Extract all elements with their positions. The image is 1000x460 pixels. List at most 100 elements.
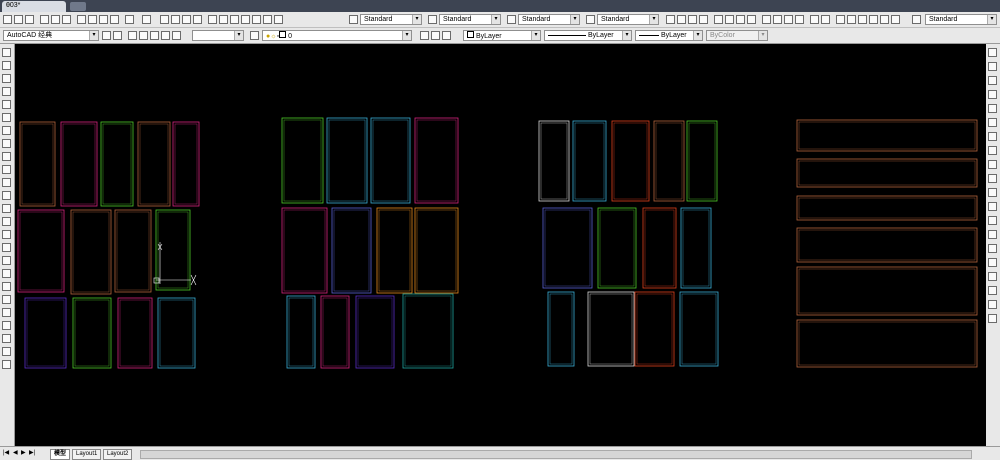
ellipse-arc-icon[interactable]	[2, 178, 11, 187]
trim-icon[interactable]	[988, 174, 997, 183]
dim-edit-icon[interactable]	[869, 15, 878, 24]
break-icon[interactable]	[988, 216, 997, 225]
tab-layout2[interactable]: Layout2	[103, 449, 133, 460]
point-icon[interactable]	[2, 217, 11, 226]
break-at-point-icon[interactable]	[988, 202, 997, 211]
markup-icon[interactable]	[252, 15, 261, 24]
workspace-settings-icon[interactable]	[102, 31, 111, 40]
dim-style-icon[interactable]	[428, 15, 437, 24]
layer-properties-icon[interactable]	[250, 31, 259, 40]
dim-style-select[interactable]: Standard ▾	[439, 14, 501, 25]
group-icon[interactable]	[2, 360, 11, 369]
hatch-icon[interactable]	[2, 230, 11, 239]
tab-layout1[interactable]: Layout1	[72, 449, 102, 460]
extend-icon[interactable]	[988, 188, 997, 197]
dim-space-icon[interactable]	[795, 15, 804, 24]
style-icon[interactable]	[912, 15, 921, 24]
properties-icon[interactable]	[208, 15, 217, 24]
arc-icon[interactable]	[2, 113, 11, 122]
image-icon[interactable]	[2, 347, 11, 356]
dim-radius-icon[interactable]	[714, 15, 723, 24]
new-file-icon[interactable]	[3, 15, 12, 24]
save-icon[interactable]	[25, 15, 34, 24]
scroll-down-icon[interactable]	[988, 300, 997, 309]
region-icon[interactable]	[2, 256, 11, 265]
dim-update-icon[interactable]	[891, 15, 900, 24]
print-preview-icon[interactable]	[51, 15, 60, 24]
sheet-set-icon[interactable]	[241, 15, 250, 24]
table-icon[interactable]	[2, 269, 11, 278]
quickcalc-icon[interactable]	[263, 15, 272, 24]
vertical-scrollbar-icon[interactable]	[988, 314, 997, 323]
document-tab[interactable]: 003* ×	[2, 1, 66, 12]
tool-palettes-icon[interactable]	[230, 15, 239, 24]
redo-icon[interactable]	[142, 15, 151, 24]
convert-viewport-icon[interactable]	[161, 31, 170, 40]
explode-icon[interactable]	[988, 272, 997, 281]
right-style-select[interactable]: Standard ▾	[925, 14, 997, 25]
construction-line-icon[interactable]	[2, 61, 11, 70]
undo-icon[interactable]	[125, 15, 134, 24]
linetype-select[interactable]: ByLayer ▾	[544, 30, 632, 41]
close-tab-icon[interactable]: ×	[6, 2, 63, 9]
open-file-icon[interactable]	[14, 15, 23, 24]
dim-jogged-icon[interactable]	[725, 15, 734, 24]
save-workspace-icon[interactable]	[113, 31, 122, 40]
tab-next-icon[interactable]: ▶	[21, 449, 26, 456]
publish-icon[interactable]	[62, 15, 71, 24]
array-icon[interactable]	[988, 104, 997, 113]
single-viewport-icon[interactable]	[139, 31, 148, 40]
gradient-icon[interactable]	[2, 243, 11, 252]
help-icon[interactable]	[274, 15, 283, 24]
horizontal-scrollbar[interactable]	[140, 450, 972, 459]
viewport-scale-select[interactable]: ▾	[192, 30, 244, 41]
new-tab-button[interactable]	[70, 2, 86, 11]
chamfer-icon[interactable]	[988, 244, 997, 253]
dim-continue-icon[interactable]	[784, 15, 793, 24]
spline-icon[interactable]	[2, 152, 11, 161]
dim-ordinate-icon[interactable]	[699, 15, 708, 24]
dim-angular-icon[interactable]	[747, 15, 756, 24]
make-layer-current-icon[interactable]	[420, 31, 429, 40]
erase-icon[interactable]	[988, 48, 997, 57]
inspection-icon[interactable]	[847, 15, 856, 24]
lineweight-select[interactable]: ByLayer ▾	[635, 30, 703, 41]
mleader-style-icon[interactable]	[586, 15, 595, 24]
table-style-select[interactable]: Standard ▾	[518, 14, 580, 25]
circle-icon[interactable]	[2, 126, 11, 135]
zoom-realtime-icon[interactable]	[171, 15, 180, 24]
copy-object-icon[interactable]	[988, 62, 997, 71]
quick-dim-icon[interactable]	[762, 15, 771, 24]
print-icon[interactable]	[40, 15, 49, 24]
model-space-canvas[interactable]	[15, 44, 986, 446]
tab-last-icon[interactable]: ▶|	[29, 449, 35, 456]
insert-block-icon[interactable]	[2, 191, 11, 200]
clip-viewport-icon[interactable]	[172, 31, 181, 40]
dim-break-icon[interactable]	[810, 15, 819, 24]
ellipse-icon[interactable]	[2, 165, 11, 174]
pan-icon[interactable]	[160, 15, 169, 24]
paste-icon[interactable]	[99, 15, 108, 24]
dim-linear-icon[interactable]	[666, 15, 675, 24]
mirror-icon[interactable]	[988, 76, 997, 85]
multiline-text-icon[interactable]	[2, 282, 11, 291]
text-style-select[interactable]: Standard ▾	[360, 14, 422, 25]
revision-cloud-icon[interactable]	[2, 139, 11, 148]
match-properties-icon[interactable]	[110, 15, 119, 24]
polygon-icon[interactable]	[2, 87, 11, 96]
dim-text-edit-icon[interactable]	[880, 15, 889, 24]
text-icon[interactable]	[2, 295, 11, 304]
polygon-viewport-icon[interactable]	[150, 31, 159, 40]
layer-select[interactable]: ●☼▫ 0 ▾	[262, 30, 412, 41]
design-center-icon[interactable]	[219, 15, 228, 24]
layer-previous-icon[interactable]	[431, 31, 440, 40]
zoom-window-icon[interactable]	[182, 15, 191, 24]
move-icon[interactable]	[988, 118, 997, 127]
jogged-linear-icon[interactable]	[858, 15, 867, 24]
layer-states-icon[interactable]	[442, 31, 451, 40]
dim-baseline-icon[interactable]	[773, 15, 782, 24]
zoom-previous-icon[interactable]	[193, 15, 202, 24]
offset-icon[interactable]	[988, 90, 997, 99]
add-selected-icon[interactable]	[2, 321, 11, 330]
scale-icon[interactable]	[988, 146, 997, 155]
